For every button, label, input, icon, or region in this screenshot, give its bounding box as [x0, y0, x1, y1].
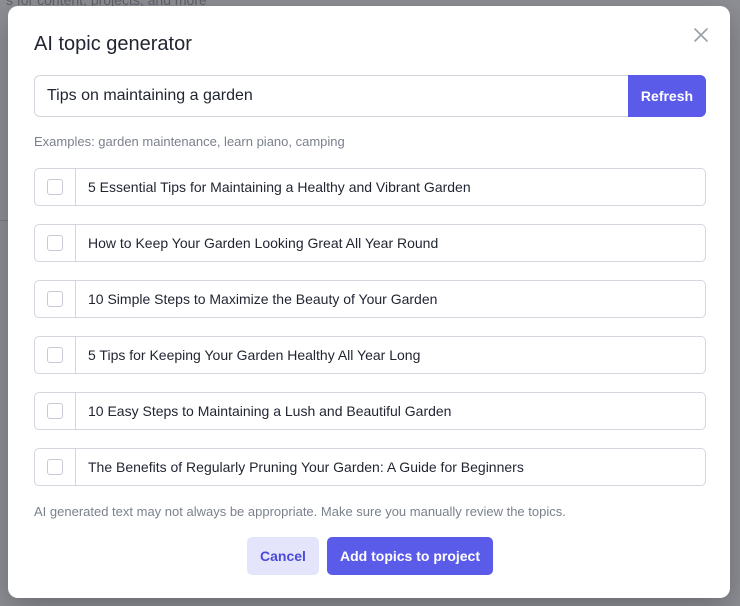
topic-label: 10 Easy Steps to Maintaining a Lush and … — [88, 403, 452, 419]
add-topics-button[interactable]: Add topics to project — [327, 537, 493, 575]
topic-label: 5 Essential Tips for Maintaining a Healt… — [88, 179, 471, 195]
topic-item[interactable]: 5 Essential Tips for Maintaining a Healt… — [34, 168, 706, 206]
topic-checkbox[interactable] — [47, 235, 63, 251]
topic-checkbox[interactable] — [47, 347, 63, 363]
topic-checkbox-cell[interactable] — [35, 337, 76, 373]
examples-hint: Examples: garden maintenance, learn pian… — [34, 134, 345, 149]
topic-checkbox[interactable] — [47, 291, 63, 307]
close-icon — [694, 28, 708, 42]
dialog-title: AI topic generator — [34, 33, 192, 55]
close-button[interactable] — [690, 24, 712, 46]
topic-item[interactable]: How to Keep Your Garden Looking Great Al… — [34, 224, 706, 262]
topic-checkbox[interactable] — [47, 179, 63, 195]
refresh-button[interactable]: Refresh — [628, 75, 706, 117]
topic-item[interactable]: The Benefits of Regularly Pruning Your G… — [34, 448, 706, 486]
cancel-button[interactable]: Cancel — [247, 537, 319, 575]
topic-checkbox-cell[interactable] — [35, 169, 76, 205]
topic-checkbox-cell[interactable] — [35, 225, 76, 261]
ai-disclaimer: AI generated text may not always be appr… — [34, 504, 566, 519]
topic-search-row: Refresh — [34, 75, 706, 117]
topic-search-input[interactable] — [34, 75, 628, 117]
topic-label: 5 Tips for Keeping Your Garden Healthy A… — [88, 347, 421, 363]
topic-item[interactable]: 10 Easy Steps to Maintaining a Lush and … — [34, 392, 706, 430]
topic-label: 10 Simple Steps to Maximize the Beauty o… — [88, 291, 438, 307]
topic-checkbox-cell[interactable] — [35, 393, 76, 429]
topic-checkbox[interactable] — [47, 403, 63, 419]
topic-checkbox[interactable] — [47, 459, 63, 475]
topic-label: The Benefits of Regularly Pruning Your G… — [88, 459, 524, 475]
topic-list: 5 Essential Tips for Maintaining a Healt… — [34, 168, 706, 504]
ai-topic-generator-dialog: AI topic generator Refresh Examples: gar… — [8, 6, 730, 598]
background-divider — [0, 220, 8, 221]
topic-checkbox-cell[interactable] — [35, 449, 76, 485]
topic-label: How to Keep Your Garden Looking Great Al… — [88, 235, 439, 251]
topic-item[interactable]: 5 Tips for Keeping Your Garden Healthy A… — [34, 336, 706, 374]
topic-checkbox-cell[interactable] — [35, 281, 76, 317]
topic-item[interactable]: 10 Simple Steps to Maximize the Beauty o… — [34, 280, 706, 318]
